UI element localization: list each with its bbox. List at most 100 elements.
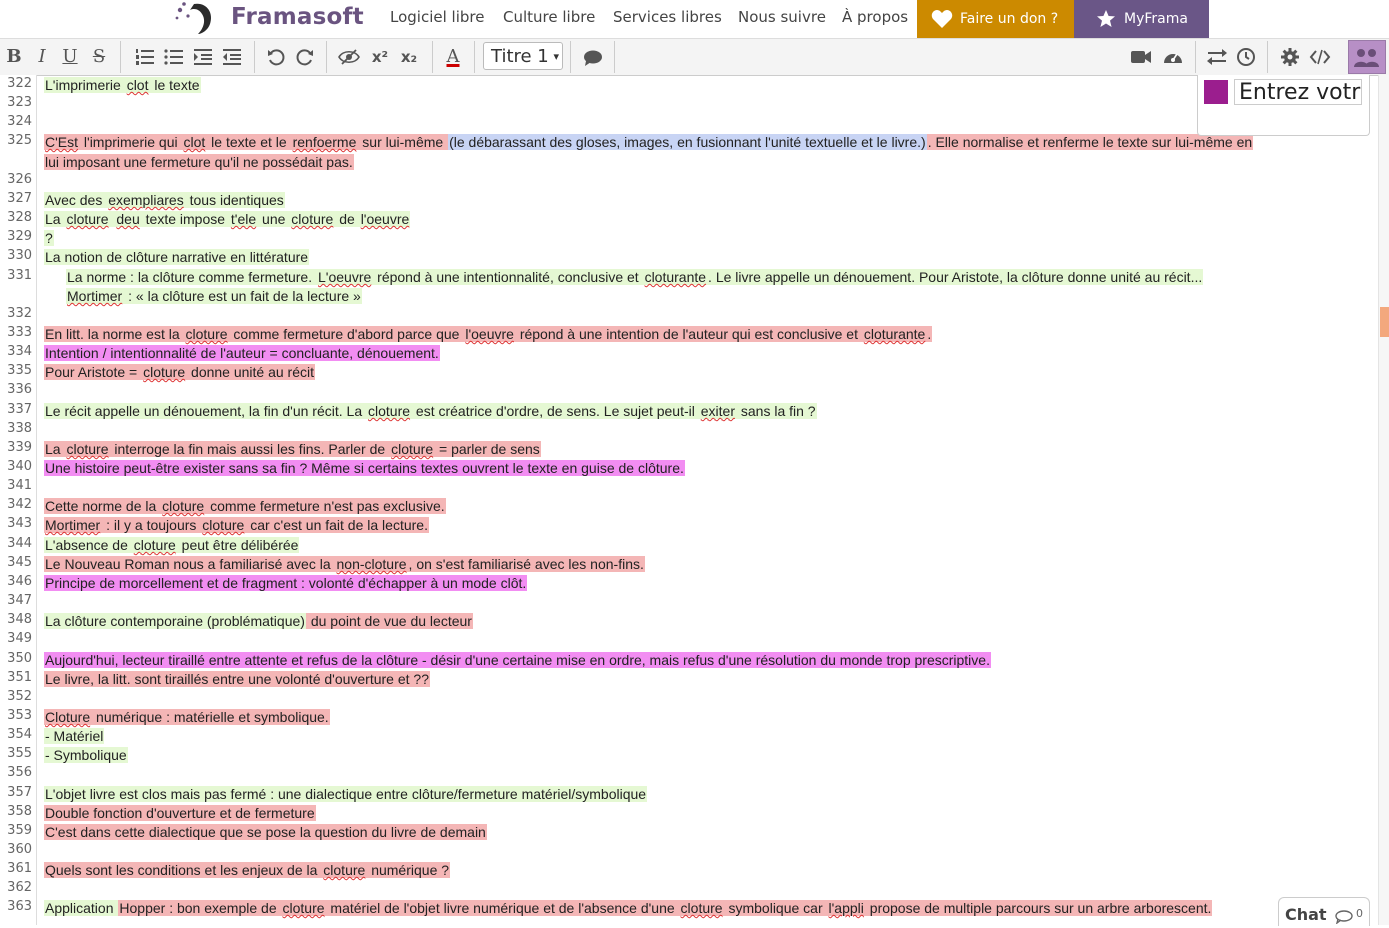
toolbar-divider — [1267, 41, 1268, 73]
document-line[interactable]: Application Hopper : bon exemple de clot… — [44, 899, 1213, 917]
vertical-scrollbar[interactable] — [1378, 75, 1389, 925]
document-line[interactable]: La norme : la clôture comme fermeture. L… — [66, 268, 1204, 286]
scrollbar-thumb[interactable] — [1380, 307, 1389, 337]
settings-button[interactable] — [1277, 43, 1303, 71]
chat-unread-count: 0 — [1356, 907, 1363, 920]
embed-button[interactable] — [1307, 43, 1333, 71]
brand-name[interactable]: Framasoft — [231, 4, 364, 30]
document-line[interactable]: Une histoire peut-être exister sans sa f… — [44, 459, 685, 477]
heading-select[interactable]: Titre 1 ▾ — [483, 42, 563, 70]
document-line[interactable]: Intention / intentionnalité de l'auteur … — [44, 344, 440, 362]
line-number: 354 — [7, 727, 32, 742]
author-text-span: : « la clôture est un fait de la lecture… — [123, 288, 362, 304]
document-line[interactable]: - Symbolique — [44, 746, 128, 764]
misspelled-word: l'oeuvre — [464, 326, 515, 342]
redo-icon — [296, 49, 313, 66]
italic-button[interactable]: I — [31, 43, 53, 71]
author-text-span: Le récit appelle un dénouement, la fin d… — [44, 403, 367, 419]
document-line[interactable]: C'Est l'imprimerie qui clot le texte et … — [44, 133, 1254, 151]
author-text-span: L'absence de — [44, 537, 133, 553]
document-line[interactable]: Pour Aristote = cloture donne unité au r… — [44, 363, 316, 381]
misspelled-word: cloture — [281, 900, 326, 916]
author-text-span: Pour Aristote = — [44, 364, 143, 380]
line-number: 361 — [7, 861, 32, 876]
line-number: 344 — [7, 536, 32, 551]
line-number: 353 — [7, 708, 32, 723]
nav-link-nous-suivre[interactable]: Nous suivre — [738, 8, 826, 26]
font-color-button[interactable]: A — [440, 43, 466, 71]
author-text-span: , on s'est familiarisé avec les non-fins… — [407, 556, 645, 572]
misspelled-word: cloture — [201, 517, 246, 533]
document-line[interactable]: ? — [44, 229, 54, 247]
nav-link-logiciel-libre[interactable]: Logiciel libre — [390, 8, 484, 26]
author-text-span: Le Nouveau Roman nous a familiarisé avec… — [44, 556, 336, 572]
document-line[interactable]: La cloture interroge la fin mais aussi l… — [44, 440, 541, 458]
document-line[interactable]: L'imprimerie clot le texte — [44, 76, 201, 94]
document-line[interactable]: Le livre, la litt. sont tiraillés entre … — [44, 670, 430, 688]
underline-button[interactable]: U — [59, 43, 81, 71]
line-number: 363 — [7, 899, 32, 914]
document-line[interactable]: La cloture deu texte impose t'ele une cl… — [44, 210, 411, 228]
document-line[interactable]: Cette norme de la cloture comme fermetur… — [44, 497, 446, 515]
donate-button[interactable]: Faire un don ? — [917, 0, 1074, 38]
document-line[interactable]: Cloture numérique : matérielle et symbol… — [44, 708, 330, 726]
toolbar-divider — [570, 41, 571, 73]
import-export-button[interactable] — [1204, 43, 1230, 71]
document-line[interactable]: Mortimer : il y a toujours cloture car c… — [44, 516, 429, 534]
line-number: 360 — [7, 842, 32, 857]
bold-button[interactable]: B — [3, 43, 25, 71]
author-text-span: La notion de clôture narrative en littér… — [44, 249, 310, 265]
superscript-button[interactable]: x² — [367, 43, 393, 71]
user-color-swatch[interactable] — [1204, 80, 1228, 104]
undo-button[interactable] — [263, 43, 289, 71]
document-line[interactable]: lui imposant une fermeture qu'il ne poss… — [44, 153, 354, 171]
document-line[interactable]: L'objet livre est clos mais pas fermé : … — [44, 785, 648, 803]
author-text-span: le texte et le — [206, 134, 292, 150]
document-line[interactable]: - Matériel — [44, 727, 105, 745]
document-line[interactable]: Mortimer : « la clôture est un fait de l… — [66, 287, 362, 305]
myframa-button[interactable]: MyFrama — [1074, 0, 1209, 38]
timeslider-button[interactable] — [1233, 43, 1259, 71]
redo-button[interactable] — [292, 43, 318, 71]
document-line[interactable]: Le récit appelle un dénouement, la fin d… — [44, 402, 817, 420]
strikethrough-button[interactable]: S — [88, 43, 110, 71]
username-input[interactable]: Entrez votr — [1234, 79, 1362, 105]
nav-link-a-propos[interactable]: À propos — [842, 8, 908, 26]
outdent-icon — [223, 49, 241, 65]
document-line[interactable]: Double fonction d'ouverture et de fermet… — [44, 804, 316, 822]
author-text-span: Intention / intentionnalité de l'auteur … — [44, 345, 440, 361]
myframa-label: MyFrama — [1124, 11, 1188, 27]
line-number: 356 — [7, 765, 32, 780]
comment-button[interactable] — [580, 43, 606, 71]
chat-button[interactable]: Chat 0 — [1278, 897, 1370, 926]
gear-icon — [1281, 48, 1299, 66]
framasoft-logo-icon[interactable] — [172, 0, 220, 36]
document-line[interactable]: Le Nouveau Roman nous a familiarisé avec… — [44, 555, 645, 573]
users-button[interactable] — [1348, 40, 1386, 74]
clear-authorship-button[interactable] — [336, 43, 362, 71]
author-text-span: est créatrice d'ordre, de sens. Le sujet… — [411, 403, 700, 419]
ordered-list-button[interactable] — [132, 43, 158, 71]
document-line[interactable]: Principe de morcellement et de fragment … — [44, 574, 528, 592]
document-line[interactable]: La clôture contemporaine (problématique)… — [44, 612, 473, 630]
dashboard-button[interactable] — [1160, 43, 1186, 71]
document-line[interactable]: En litt. la norme est la cloture comme f… — [44, 325, 933, 343]
unordered-list-button[interactable] — [161, 43, 187, 71]
line-number-gutter: 322 323 324 325 326 327 328 329 330 331 332 333 334 3… — [0, 75, 37, 925]
document-line[interactable]: L'absence de cloture peut être délibérée — [44, 536, 300, 554]
document-line[interactable]: C'est dans cette dialectique que se pose… — [44, 823, 487, 841]
subscript-button[interactable]: x₂ — [396, 43, 422, 71]
line-number: 324 — [7, 114, 32, 129]
author-text-span: numérique : matérielle et symbolique. — [91, 709, 330, 725]
misspelled-word: clot — [125, 77, 150, 93]
document-editor[interactable]: 322 323 324 325 326 327 328 329 330 331 332 333 334 3… — [0, 75, 1378, 925]
document-line[interactable]: La notion de clôture narrative en littér… — [44, 248, 310, 266]
document-line[interactable]: Aujourd'hui, lecteur tiraillé entre atte… — [44, 651, 991, 669]
indent-button[interactable] — [190, 43, 216, 71]
nav-link-services-libres[interactable]: Services libres — [613, 8, 722, 26]
document-line[interactable]: Avec des exempliares tous identiques — [44, 191, 285, 209]
nav-link-culture-libre[interactable]: Culture libre — [503, 8, 595, 26]
outdent-button[interactable] — [219, 43, 245, 71]
video-call-button[interactable] — [1128, 43, 1154, 71]
document-line[interactable]: Quels sont les conditions et les enjeux … — [44, 861, 451, 879]
